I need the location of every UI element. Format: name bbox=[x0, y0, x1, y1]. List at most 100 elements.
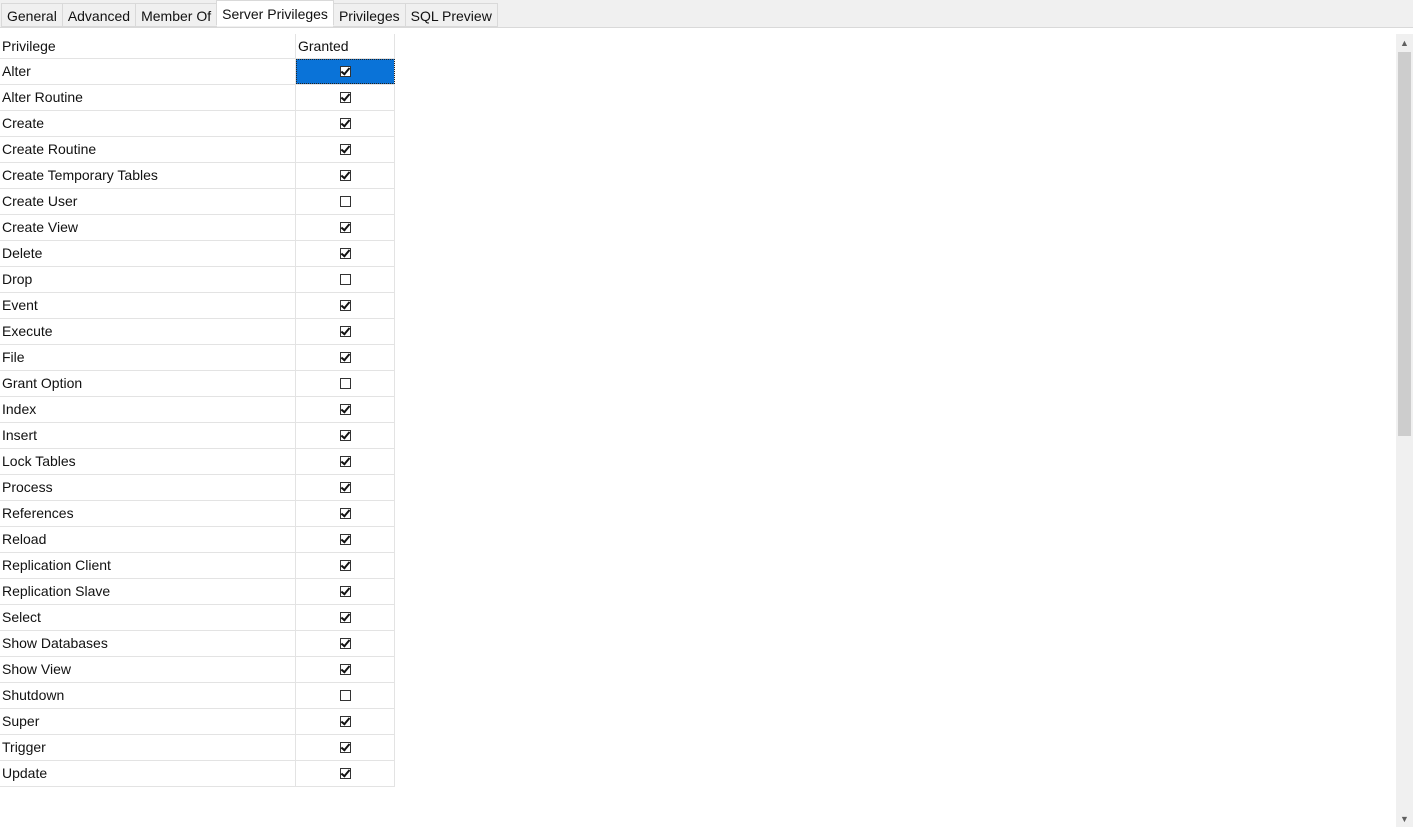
granted-cell[interactable] bbox=[296, 631, 395, 656]
table-row[interactable]: References bbox=[0, 501, 395, 527]
granted-cell[interactable] bbox=[296, 475, 395, 500]
granted-checkbox[interactable] bbox=[339, 66, 351, 77]
table-row[interactable]: Delete bbox=[0, 241, 395, 267]
granted-checkbox[interactable] bbox=[339, 300, 351, 311]
table-row[interactable]: Event bbox=[0, 293, 395, 319]
granted-checkbox[interactable] bbox=[339, 690, 351, 701]
granted-checkbox[interactable] bbox=[339, 716, 351, 727]
granted-cell[interactable] bbox=[296, 657, 395, 682]
granted-cell[interactable] bbox=[296, 371, 395, 396]
granted-checkbox[interactable] bbox=[339, 352, 351, 363]
tab-member-of[interactable]: Member Of bbox=[135, 3, 218, 27]
granted-cell[interactable] bbox=[296, 423, 395, 448]
granted-cell[interactable] bbox=[296, 605, 395, 630]
granted-checkbox[interactable] bbox=[339, 612, 351, 623]
table-row[interactable]: Super bbox=[0, 709, 395, 735]
table-row[interactable]: Create bbox=[0, 111, 395, 137]
granted-cell[interactable] bbox=[296, 345, 395, 370]
granted-checkbox[interactable] bbox=[339, 118, 351, 129]
table-row[interactable]: Show Databases bbox=[0, 631, 395, 657]
granted-cell[interactable] bbox=[296, 553, 395, 578]
table-row[interactable]: Alter bbox=[0, 59, 395, 85]
granted-checkbox[interactable] bbox=[339, 430, 351, 441]
table-row[interactable]: Replication Slave bbox=[0, 579, 395, 605]
granted-checkbox[interactable] bbox=[339, 326, 351, 337]
granted-cell[interactable] bbox=[296, 293, 395, 318]
table-row[interactable]: Drop bbox=[0, 267, 395, 293]
granted-cell[interactable] bbox=[296, 579, 395, 604]
scroll-up-arrow-icon[interactable]: ▲ bbox=[1396, 34, 1413, 51]
granted-cell[interactable] bbox=[296, 527, 395, 552]
table-row[interactable]: File bbox=[0, 345, 395, 371]
vertical-scrollbar[interactable]: ▲ ▼ bbox=[1396, 34, 1413, 827]
granted-checkbox[interactable] bbox=[339, 92, 351, 103]
granted-checkbox[interactable] bbox=[339, 768, 351, 779]
privilege-name: Insert bbox=[0, 423, 296, 448]
granted-cell[interactable] bbox=[296, 319, 395, 344]
granted-checkbox[interactable] bbox=[339, 196, 351, 207]
granted-cell[interactable] bbox=[296, 267, 395, 292]
privilege-name: Trigger bbox=[0, 735, 296, 760]
column-header-granted[interactable]: Granted bbox=[296, 34, 395, 58]
table-row[interactable]: Insert bbox=[0, 423, 395, 449]
granted-checkbox[interactable] bbox=[339, 508, 351, 519]
granted-cell[interactable] bbox=[296, 501, 395, 526]
granted-cell[interactable] bbox=[296, 215, 395, 240]
granted-cell[interactable] bbox=[296, 85, 395, 110]
granted-cell[interactable] bbox=[296, 111, 395, 136]
table-row[interactable]: Lock Tables bbox=[0, 449, 395, 475]
privilege-name: Update bbox=[0, 761, 296, 786]
table-row[interactable]: Create View bbox=[0, 215, 395, 241]
tab-privileges[interactable]: Privileges bbox=[332, 3, 406, 27]
scroll-thumb[interactable] bbox=[1398, 52, 1411, 436]
granted-cell[interactable] bbox=[296, 241, 395, 266]
granted-checkbox[interactable] bbox=[339, 248, 351, 259]
table-row[interactable]: Index bbox=[0, 397, 395, 423]
granted-checkbox[interactable] bbox=[339, 742, 351, 753]
tab-sql-preview[interactable]: SQL Preview bbox=[404, 3, 498, 27]
table-row[interactable]: Grant Option bbox=[0, 371, 395, 397]
granted-checkbox[interactable] bbox=[339, 404, 351, 415]
table-row[interactable]: Alter Routine bbox=[0, 85, 395, 111]
granted-checkbox[interactable] bbox=[339, 638, 351, 649]
granted-cell[interactable] bbox=[296, 709, 395, 734]
table-row[interactable]: Execute bbox=[0, 319, 395, 345]
granted-cell[interactable] bbox=[296, 761, 395, 786]
granted-checkbox[interactable] bbox=[339, 222, 351, 233]
granted-checkbox[interactable] bbox=[339, 456, 351, 467]
privilege-name: Event bbox=[0, 293, 296, 318]
table-row[interactable]: Create Temporary Tables bbox=[0, 163, 395, 189]
table-row[interactable]: Update bbox=[0, 761, 395, 787]
table-row[interactable]: Replication Client bbox=[0, 553, 395, 579]
granted-cell[interactable] bbox=[296, 137, 395, 162]
granted-checkbox[interactable] bbox=[339, 482, 351, 493]
scroll-down-arrow-icon[interactable]: ▼ bbox=[1396, 810, 1413, 827]
granted-cell[interactable] bbox=[296, 59, 395, 84]
table-row[interactable]: Process bbox=[0, 475, 395, 501]
table-row[interactable]: Create Routine bbox=[0, 137, 395, 163]
granted-checkbox[interactable] bbox=[339, 560, 351, 571]
column-header-privilege[interactable]: Privilege bbox=[0, 34, 296, 58]
granted-cell[interactable] bbox=[296, 683, 395, 708]
granted-checkbox[interactable] bbox=[339, 144, 351, 155]
granted-checkbox[interactable] bbox=[339, 170, 351, 181]
table-row[interactable]: Show View bbox=[0, 657, 395, 683]
granted-cell[interactable] bbox=[296, 189, 395, 214]
granted-checkbox[interactable] bbox=[339, 586, 351, 597]
table-row[interactable]: Shutdown bbox=[0, 683, 395, 709]
granted-checkbox[interactable] bbox=[339, 664, 351, 675]
granted-cell[interactable] bbox=[296, 163, 395, 188]
granted-checkbox[interactable] bbox=[339, 274, 351, 285]
tab-advanced[interactable]: Advanced bbox=[61, 3, 137, 27]
table-row[interactable]: Select bbox=[0, 605, 395, 631]
tab-general[interactable]: General bbox=[1, 3, 63, 27]
tab-server-privileges[interactable]: Server Privileges bbox=[216, 0, 334, 26]
granted-checkbox[interactable] bbox=[339, 378, 351, 389]
granted-checkbox[interactable] bbox=[339, 534, 351, 545]
granted-cell[interactable] bbox=[296, 735, 395, 760]
table-row[interactable]: Reload bbox=[0, 527, 395, 553]
granted-cell[interactable] bbox=[296, 449, 395, 474]
table-row[interactable]: Create User bbox=[0, 189, 395, 215]
table-row[interactable]: Trigger bbox=[0, 735, 395, 761]
granted-cell[interactable] bbox=[296, 397, 395, 422]
